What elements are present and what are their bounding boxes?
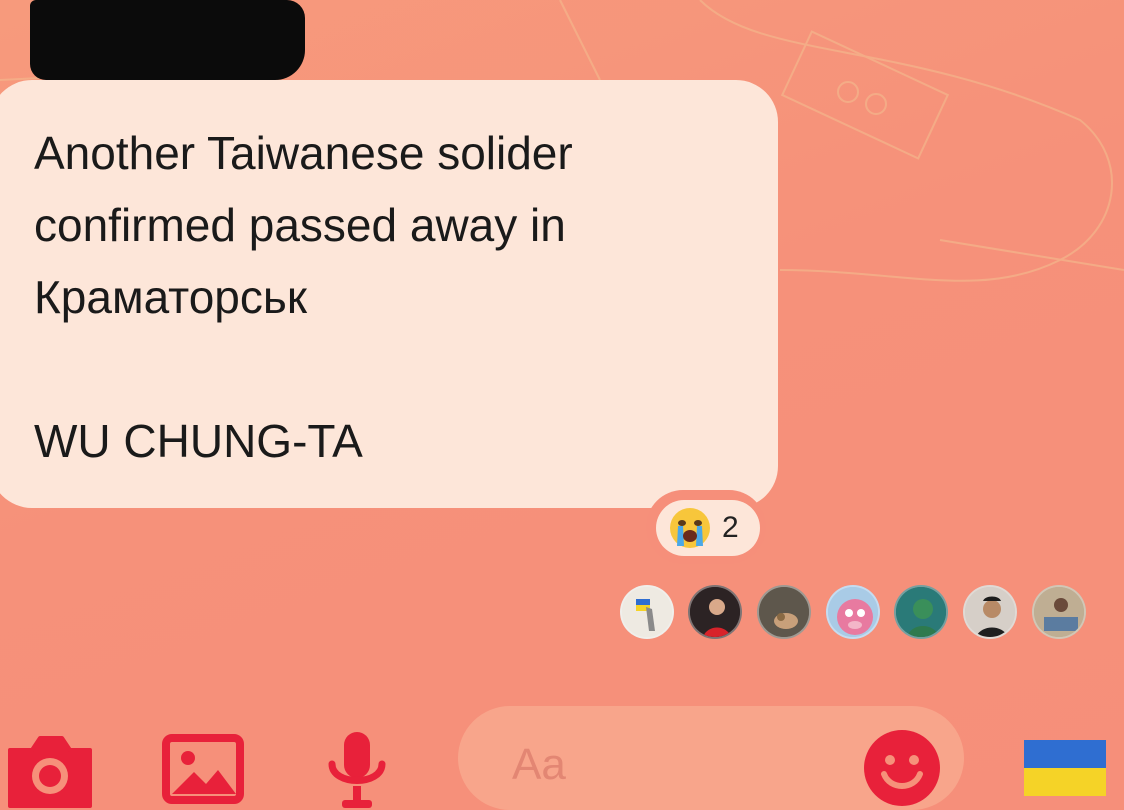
message-line: WU CHUNG-TA — [34, 415, 363, 467]
reaction-count: 2 — [722, 511, 739, 544]
ukraine-flag-icon[interactable] — [1024, 740, 1106, 796]
avatar[interactable] — [688, 585, 742, 639]
crying-face-icon — [670, 508, 710, 548]
woman-red-icon — [690, 587, 740, 637]
image-icon[interactable] — [162, 734, 244, 804]
ukraine-statue-icon — [622, 587, 672, 637]
message-line-blank — [34, 333, 774, 405]
avatar[interactable] — [826, 585, 880, 639]
microphone-icon[interactable] — [322, 728, 392, 810]
avatar[interactable] — [894, 585, 948, 639]
person-hand-icon — [759, 587, 809, 637]
avatar[interactable] — [620, 585, 674, 639]
redacted-sender-name — [30, 0, 305, 80]
message-text: Another Taiwanese solider confirmed pass… — [34, 117, 774, 477]
group-photo-icon — [1034, 587, 1084, 637]
reaction-badge[interactable]: 2 — [656, 500, 760, 556]
message-line: confirmed passed away in — [34, 199, 566, 251]
avatar[interactable] — [1032, 585, 1086, 639]
avatar[interactable] — [963, 585, 1017, 639]
pink-cartoon-icon — [828, 587, 878, 637]
message-input-placeholder: Aa — [512, 740, 566, 789]
message-line: Краматорськ — [34, 271, 307, 323]
green-figure-icon — [896, 587, 946, 637]
avatar[interactable] — [757, 585, 811, 639]
seen-by-avatars — [620, 585, 1090, 641]
smiley-icon[interactable] — [862, 728, 942, 808]
message-line: Another Taiwanese solider — [34, 127, 573, 179]
man-dark-icon — [965, 587, 1015, 637]
camera-icon[interactable] — [4, 732, 96, 810]
